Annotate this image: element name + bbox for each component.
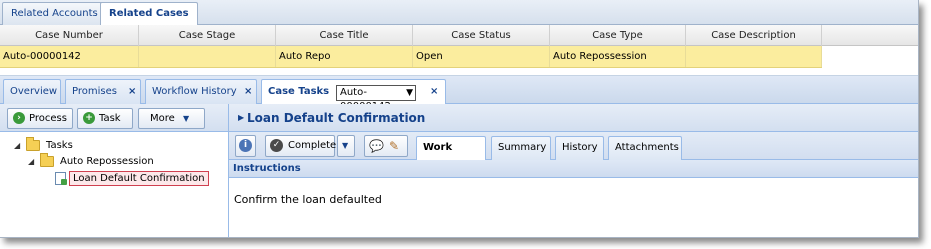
cell-case-type: Auto Repossession [550, 46, 686, 67]
plus-icon: + [83, 112, 95, 124]
comment-notes-button[interactable]: 💬 ✎ [364, 135, 408, 157]
info-button[interactable]: i [235, 135, 256, 157]
grid-empty-space [0, 68, 918, 76]
close-icon[interactable]: × [430, 80, 438, 103]
tree-node-label: Tasks [46, 140, 73, 151]
expand-triangle-icon[interactable]: ◢ [14, 138, 20, 154]
task-label: Task [99, 113, 121, 124]
close-icon[interactable]: × [244, 80, 252, 103]
instructions-header: Instructions [229, 160, 918, 178]
cell-case-number: Auto-00000142 [0, 46, 139, 67]
folder-icon [26, 137, 40, 151]
more-button[interactable]: More ▼ [138, 108, 205, 129]
tab-work-task[interactable]: Work Task [416, 136, 486, 175]
cell-case-title: Auto Repo [276, 46, 413, 67]
tab-attachments[interactable]: Attachments [608, 136, 682, 160]
close-icon[interactable]: × [128, 80, 136, 103]
tab-case-tasks-label: Case Tasks [268, 86, 330, 97]
tab-case-tasks[interactable]: Case Tasks Auto-00000142 ▼ × [261, 79, 446, 112]
cell-case-status: Open [413, 46, 550, 67]
tab-related-cases[interactable]: Related Cases [100, 2, 198, 26]
tree-node-label: Auto Repossession [60, 156, 154, 167]
folder-icon [40, 153, 54, 167]
tab-history[interactable]: History [555, 136, 604, 160]
comment-icon: 💬 [369, 139, 384, 153]
tab-promises[interactable]: Promises × [65, 79, 141, 104]
tab-workflow-history-label: Workflow History [152, 86, 237, 97]
tree-node-loan-default-confirmation[interactable]: Loan Default Confirmation [55, 171, 225, 187]
case-window: Related Accounts Related Cases Case Numb… [0, 0, 919, 238]
cell-case-description [686, 46, 822, 67]
complete-button[interactable]: ✓ Complete [265, 135, 337, 157]
process-label: Process [29, 113, 67, 124]
tab-overview[interactable]: Overview [3, 79, 61, 104]
info-icon: i [239, 139, 252, 152]
task-tree: ◢ Tasks ◢ Auto Repossession Loan Default… [0, 132, 229, 237]
column-header-case-title[interactable]: Case Title [276, 25, 413, 46]
add-task-button[interactable]: + Task [77, 108, 133, 129]
chevron-down-icon: ▼ [183, 114, 190, 123]
process-icon: › [13, 112, 25, 124]
complete-label: Complete [288, 140, 337, 151]
task-toolbar: i ✓ Complete ▼ 💬 ✎ Work Task Summary His… [229, 132, 918, 175]
tab-promises-label: Promises [72, 86, 117, 97]
task-title-bar: ▶ Loan Default Confirmation [229, 104, 918, 132]
more-label: More [150, 113, 175, 124]
column-header-case-status[interactable]: Case Status [413, 25, 550, 46]
tab-summary[interactable]: Summary [491, 136, 551, 160]
cases-grid-header: Case Number Case Stage Case Title Case S… [0, 25, 918, 46]
column-header-case-description[interactable]: Case Description [686, 25, 822, 46]
chevron-down-icon: ▼ [342, 141, 349, 150]
process-button[interactable]: › Process [7, 108, 73, 129]
check-icon: ✓ [270, 139, 283, 152]
tree-node-label: Loan Default Confirmation [69, 171, 209, 186]
cell-case-stage [139, 46, 276, 67]
table-row[interactable]: Auto-00000142 Auto Repo Open Auto Reposs… [0, 46, 822, 68]
complete-dropdown-button[interactable]: ▼ [337, 135, 355, 157]
task-document-icon [55, 172, 67, 185]
chevron-down-icon: ▼ [406, 88, 413, 98]
case-number-select[interactable]: Auto-00000142 ▼ [336, 85, 416, 112]
left-toolbar: › Process + Task More ▼ [0, 104, 229, 132]
instructions-text: Confirm the loan defaulted [234, 193, 382, 206]
expand-triangle-icon[interactable]: ◢ [28, 154, 34, 170]
tab-related-accounts[interactable]: Related Accounts [2, 2, 107, 25]
tab-workflow-history[interactable]: Workflow History × [145, 79, 257, 104]
edit-notes-icon: ✎ [389, 139, 400, 153]
tree-node-auto-repossession[interactable]: ◢ Auto Repossession [28, 153, 208, 170]
top-tab-strip: Related Accounts Related Cases [0, 0, 918, 26]
case-tab-strip: Overview Promises × Workflow History × C… [0, 76, 918, 112]
collapse-chevron-icon[interactable]: ▶ [238, 104, 244, 132]
column-header-case-stage[interactable]: Case Stage [139, 25, 276, 46]
task-title: Loan Default Confirmation [247, 111, 426, 125]
tab-overview-label: Overview [10, 86, 58, 97]
column-header-case-number[interactable]: Case Number [0, 25, 139, 46]
column-header-case-type[interactable]: Case Type [550, 25, 686, 46]
tree-node-tasks[interactable]: ◢ Tasks [14, 137, 164, 154]
